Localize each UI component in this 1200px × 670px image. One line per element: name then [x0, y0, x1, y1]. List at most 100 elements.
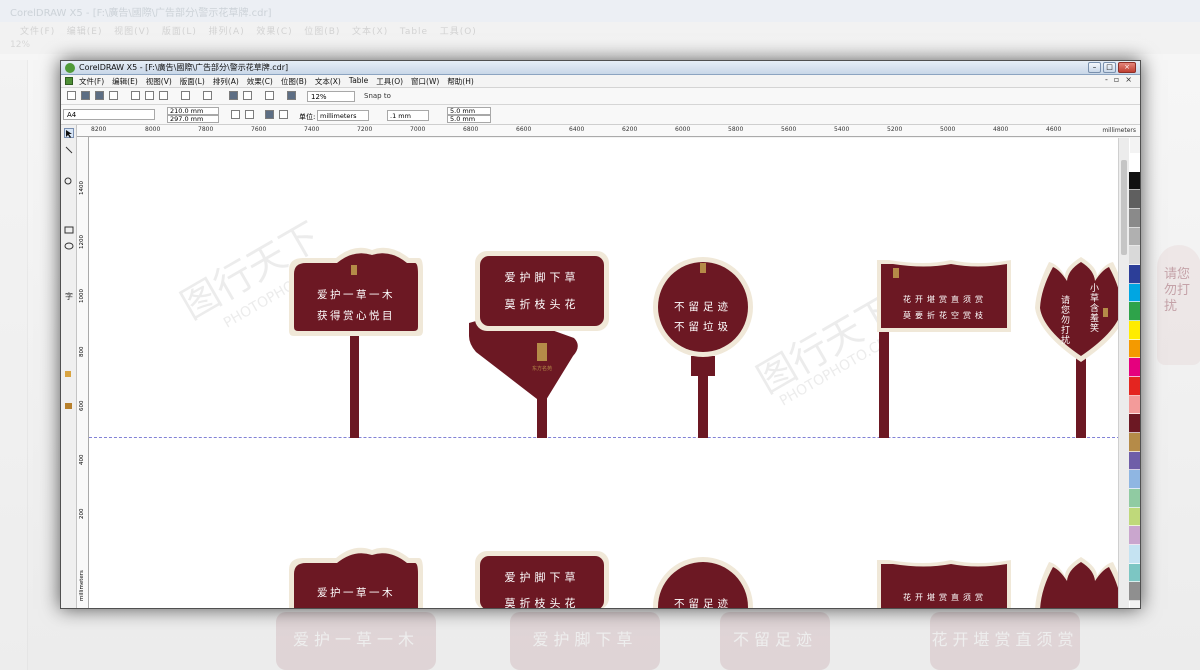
color-swatch[interactable]: [1129, 395, 1140, 415]
print-icon[interactable]: [109, 91, 118, 100]
sign-arched-rectangle[interactable]: 爱护一草一木 获得赏心悦目: [289, 247, 423, 438]
color-swatch[interactable]: [1129, 433, 1140, 452]
color-swatch[interactable]: [1129, 321, 1140, 340]
duplicate-distance-y[interactable]: 5.0 mm: [447, 115, 491, 123]
sign-post-cap: [691, 356, 715, 376]
open-icon[interactable]: [81, 91, 90, 100]
ruler-tick-label: 6600: [516, 126, 532, 133]
vertical-scrollbar[interactable]: [1118, 138, 1129, 608]
publish-pdf-icon[interactable]: [265, 91, 274, 100]
current-page-icon[interactable]: [279, 110, 288, 119]
zoom-level-select[interactable]: 12%: [307, 91, 355, 102]
document-icon[interactable]: [65, 77, 73, 85]
color-swatch[interactable]: [1129, 545, 1140, 564]
sign-slogan: 莫折枝头花: [505, 596, 580, 609]
eyedropper-glyph-icon: [65, 371, 71, 377]
sign-circle[interactable]: 不留足迹 不留垃圾: [653, 257, 753, 438]
menu-table[interactable]: Table: [349, 76, 368, 87]
scrollbar-thumb[interactable]: [1121, 160, 1127, 255]
nudge-distance-field[interactable]: .1 mm: [387, 110, 429, 121]
color-swatch[interactable]: [1129, 451, 1140, 471]
page-width-field[interactable]: 210.0 mm: [167, 107, 219, 115]
color-swatch[interactable]: [1129, 358, 1140, 378]
redo-icon[interactable]: [203, 91, 212, 100]
color-swatch[interactable]: [1129, 582, 1140, 602]
color-swatch[interactable]: [1129, 377, 1140, 396]
color-swatch[interactable]: [1129, 470, 1140, 490]
color-swatch[interactable]: [1129, 339, 1140, 359]
sign-rounded-rectangle-bottom[interactable]: 爱护脚下草 莫折枝头花: [475, 551, 609, 609]
ellipse-glyph-icon: [64, 242, 74, 250]
ruler-tick-label: 200: [79, 508, 85, 520]
doc-restore-button[interactable]: ▫: [1114, 75, 1119, 84]
sign-arched-rectangle-bottom[interactable]: 爱护一草一木: [289, 547, 423, 609]
menu-help[interactable]: 帮助(H): [447, 76, 474, 87]
sign-open-book[interactable]: 花开堪赏直须赏 莫要折花空赏枝: [877, 260, 1011, 438]
save-icon[interactable]: [95, 91, 104, 100]
copy-icon[interactable]: [145, 91, 154, 100]
duplicate-distance-x[interactable]: 5.0 mm: [447, 107, 491, 115]
doc-close-button[interactable]: ×: [1125, 75, 1132, 84]
menu-view[interactable]: 视图(V): [146, 76, 172, 87]
color-swatch[interactable]: [1129, 526, 1140, 546]
color-swatch[interactable]: [1129, 209, 1140, 228]
close-button[interactable]: ×: [1118, 62, 1136, 73]
ruler-tick-label: 800: [79, 346, 85, 358]
sign-open-book-bottom[interactable]: 花开堪赏直须赏: [877, 560, 1011, 609]
menu-bitmaps[interactable]: 位图(B): [281, 76, 307, 87]
sign-slogan: 不留垃圾: [674, 320, 732, 333]
sign-circle-bottom[interactable]: 不留足迹: [653, 557, 753, 609]
vertical-ruler: 1400 1200 1000 800 600 400 200 millimete…: [77, 137, 89, 608]
zoom-magnifier-icon: [64, 177, 72, 185]
menu-arrange[interactable]: 排列(A): [213, 76, 239, 87]
menu-layout[interactable]: 版面(L): [180, 76, 205, 87]
color-swatch[interactable]: [1129, 563, 1140, 583]
doc-minimize-button[interactable]: -: [1105, 75, 1108, 84]
units-select[interactable]: millimeters: [317, 110, 369, 121]
menu-file[interactable]: 文件(F): [79, 76, 104, 87]
portrait-icon[interactable]: [231, 110, 240, 119]
color-swatch[interactable]: [1129, 171, 1140, 191]
import-icon[interactable]: [229, 91, 238, 100]
bg-toolbox: [0, 60, 28, 670]
window-title: CorelDRAW X5 - [F:\廣告\國際\广告部分\警示花草牌.cdr]: [79, 63, 289, 72]
app-launcher-icon[interactable]: [287, 91, 296, 100]
color-swatch[interactable]: [1129, 414, 1140, 434]
color-swatch[interactable]: [1129, 190, 1140, 210]
maximize-button[interactable]: □: [1103, 62, 1116, 73]
paste-icon[interactable]: [159, 91, 168, 100]
drawing-canvas[interactable]: 图行天下 PHOTOPHOTO.CN 图行天下 PHOTOPHOTO.CN 爱护…: [89, 138, 1130, 609]
menu-edit[interactable]: 编辑(E): [112, 76, 138, 87]
undo-icon[interactable]: [181, 91, 190, 100]
color-swatch[interactable]: [1129, 489, 1140, 508]
ruler-tick-label: 8200: [91, 126, 107, 133]
landscape-icon[interactable]: [245, 110, 254, 119]
sign-tulip-bottom[interactable]: [1035, 557, 1127, 609]
page-size-select[interactable]: A4: [63, 109, 155, 120]
cut-icon[interactable]: [131, 91, 140, 100]
ruler-tick-label: 6400: [569, 126, 585, 133]
page-height-field[interactable]: 297.0 mm: [167, 115, 219, 123]
menu-tools[interactable]: 工具(O): [376, 76, 403, 87]
sign-panel: [1040, 562, 1122, 608]
sign-tulip[interactable]: 请您勿打扰 小草含羞笑: [1035, 257, 1127, 438]
snap-to-dropdown[interactable]: Snap to: [364, 92, 391, 100]
color-swatch[interactable]: [1129, 227, 1140, 247]
menu-window[interactable]: 窗口(W): [411, 76, 439, 87]
color-swatch[interactable]: [1129, 283, 1140, 303]
minimize-button[interactable]: –: [1088, 62, 1101, 73]
color-swatch[interactable]: [1129, 246, 1140, 266]
menu-effects[interactable]: 效果(C): [247, 76, 273, 87]
export-icon[interactable]: [243, 91, 252, 100]
shape-node-icon: [65, 146, 73, 154]
ruler-tick-label: 7800: [198, 126, 214, 133]
new-icon[interactable]: [67, 91, 76, 100]
menu-text[interactable]: 文本(X): [315, 76, 341, 87]
sign-rounded-rectangle[interactable]: 东方名苑 爱护脚下草 莫折枝头花: [469, 251, 609, 438]
ruler-tick-label: 8000: [145, 126, 161, 133]
color-swatch[interactable]: [1129, 153, 1140, 172]
all-pages-icon[interactable]: [265, 110, 274, 119]
color-swatch[interactable]: [1129, 507, 1140, 527]
color-swatch[interactable]: [1129, 302, 1140, 322]
color-swatch[interactable]: [1129, 265, 1140, 284]
